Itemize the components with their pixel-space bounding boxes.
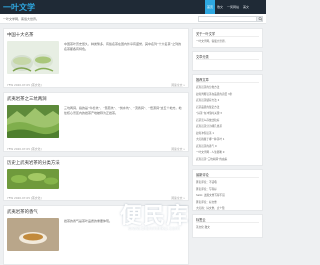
post-meta: YFW 2020.07.05 [茶文化]: [7, 83, 42, 87]
recommended-item[interactable]: 一叶文学网 - 人生随笔 0: [196, 150, 261, 154]
recommended-item[interactable]: 武夷岩茶储存方法 2: [196, 98, 261, 102]
post-thumbnail[interactable]: [7, 41, 59, 74]
tea-leaves-image: [7, 169, 59, 189]
comment-item[interactable]: 匿名评论：好文章: [196, 200, 261, 204]
search-button[interactable]: [256, 16, 263, 22]
post-card: 武夷岩茶之三坑两涧 三坑两涧，指的是“牛栏坑”、“慧苑坑”、“倒水坑”、“流香涧…: [3, 92, 189, 152]
recommended-item[interactable]: 武夷岩茶分为哪几类茶: [196, 124, 261, 128]
post-excerpt: 三坑两涧，指的是“牛栏坑”、“慧苑坑”、“倒水坑”、“流香涧”、“悟源涧”这五个…: [64, 106, 182, 115]
comment-item[interactable]: 大红袍：好文章，点个赞: [196, 206, 261, 210]
post-meta: YFW 2020.07.05 [茶文化]: [7, 147, 42, 151]
post-card: 中国十大名茶 中国茶叶历史悠久，种类繁多，有些名茶在国内外享有盛誉，其中名列“十…: [3, 28, 189, 88]
recommended-item[interactable]: 武夷岩茶的分类方法: [196, 85, 261, 89]
site-tagline: 一叶文学网，客载大世界。: [3, 17, 40, 21]
top-navbar: 一叶文学 首页 散文 一笑网站 美文: [0, 0, 266, 14]
recommended-item[interactable]: 大红袍属于哪一种茶叶 1: [196, 137, 261, 141]
post-title[interactable]: 中国十大名茶: [7, 32, 33, 38]
post-meta: YFW 2020.07.05 [茶文化]: [7, 196, 42, 200]
nav-item-prose[interactable]: 散文: [215, 0, 225, 14]
recommended-item[interactable]: 岩茶品质的鉴定方法: [196, 105, 261, 109]
divider: [196, 82, 259, 83]
post-thumbnail[interactable]: [7, 169, 59, 189]
watermark-url: www.bianminku.com: [128, 226, 180, 232]
comment-item[interactable]: 匿名评论：不错哦: [196, 180, 261, 184]
post-card: 历史上武夷岩茶的分类方法 YFW 2020.07.05 [茶文化] 阅读全文 »: [3, 156, 189, 201]
widget-recommended: 推荐文章 武夷岩茶的分类方法 如何判断岩茶在品质的高低 3条 武夷岩茶储存方法 …: [192, 74, 263, 166]
comment-item[interactable]: hello: 这篇文章写得不错: [196, 193, 261, 197]
nav-item-site[interactable]: 一笑网站: [225, 0, 241, 14]
read-more-link[interactable]: 阅读全文 »: [171, 147, 185, 151]
main-nav: 首页 散文 一笑网站 美文: [205, 0, 251, 14]
post-excerpt: 中国茶叶历史悠久，种类繁多，有些名茶在国内外享有盛誉，其中名列“十大名茶”之列的…: [64, 42, 182, 51]
tea-cup-image: [7, 218, 59, 251]
widget-about: 关于一叶文学 一叶文学网，客载大世界。: [192, 28, 263, 48]
search-input[interactable]: [198, 16, 258, 22]
recommended-item[interactable]: 如何冲泡岩茶 1: [196, 131, 261, 135]
watermark: 便民库 www.bianminku.com: [120, 198, 202, 232]
post-thumbnail[interactable]: [7, 218, 59, 251]
comment-item[interactable]: 匿名评论：写得好: [196, 187, 261, 191]
nav-item-essay[interactable]: 美文: [241, 0, 251, 14]
recommended-item[interactable]: 武夷岩茶“三坑两涧”的由来: [196, 157, 261, 161]
divider: [196, 177, 259, 178]
tag-item[interactable]: 茶文化 散文: [196, 225, 261, 229]
widget-categories: 文章分类: [192, 51, 263, 71]
search-icon: [258, 17, 262, 21]
post-title[interactable]: 武夷岩茶之三坑两涧: [7, 96, 47, 102]
widget-latest-comments: 最新评论 匿名评论：不错哦 匿名评论：写得好 hello: 这篇文章写得不错 匿…: [192, 169, 263, 211]
read-more-link[interactable]: 阅读全文 »: [171, 83, 185, 87]
recommended-item[interactable]: 如何判断岩茶在品质的高低 3条: [196, 92, 261, 96]
tea-image: [7, 41, 59, 74]
widget-text: 一叶文学网，客载大世界。: [196, 40, 228, 43]
recommended-item[interactable]: 武夷岩茶的香气 0: [196, 144, 261, 148]
divider: [196, 222, 259, 223]
recommended-item[interactable]: 岩茶怎么存放比较好: [196, 118, 261, 122]
post-thumbnail[interactable]: [7, 105, 59, 138]
post-title[interactable]: 武夷岩茶的香气: [7, 209, 38, 215]
divider: [196, 59, 259, 60]
widget-tag-cloud: 标签云 茶文化 散文: [192, 214, 263, 238]
recommended-item[interactable]: “好茶”在冲泡时关键 3: [196, 111, 261, 115]
nav-item-home[interactable]: 首页: [205, 0, 216, 14]
post-title[interactable]: 历史上武夷岩茶的分类方法: [7, 160, 60, 166]
sub-header: 一叶文学网，客载大世界。: [0, 14, 266, 24]
site-logo[interactable]: 一叶文学: [3, 2, 35, 13]
divider: [196, 36, 259, 37]
landscape-image: [7, 105, 59, 138]
